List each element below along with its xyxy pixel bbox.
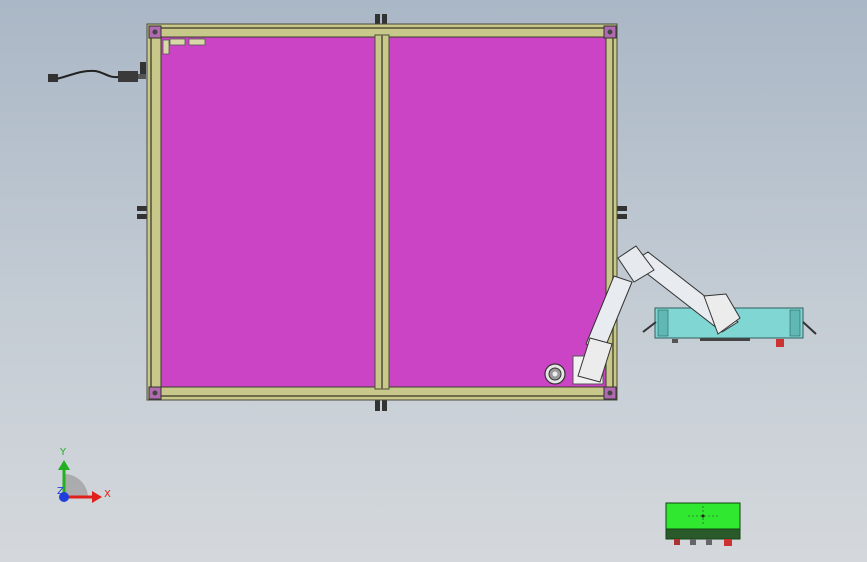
cad-viewport[interactable]: Y X Z (0, 0, 867, 562)
aluminum-frame-icon[interactable] (146, 23, 618, 401)
panel-right (388, 36, 607, 388)
triad-z-label: Z (57, 486, 64, 497)
power-cable-icon[interactable] (48, 69, 146, 82)
triad-x-label: X (104, 489, 111, 500)
sensor-module-icon[interactable] (665, 502, 741, 546)
panel-left (160, 36, 376, 388)
rotary-knob-icon[interactable] (544, 363, 566, 385)
coordinate-triad-icon[interactable]: Y X Z (57, 447, 111, 503)
cad-scene[interactable]: Y X Z (0, 0, 867, 562)
triad-y-label: Y (59, 447, 67, 458)
